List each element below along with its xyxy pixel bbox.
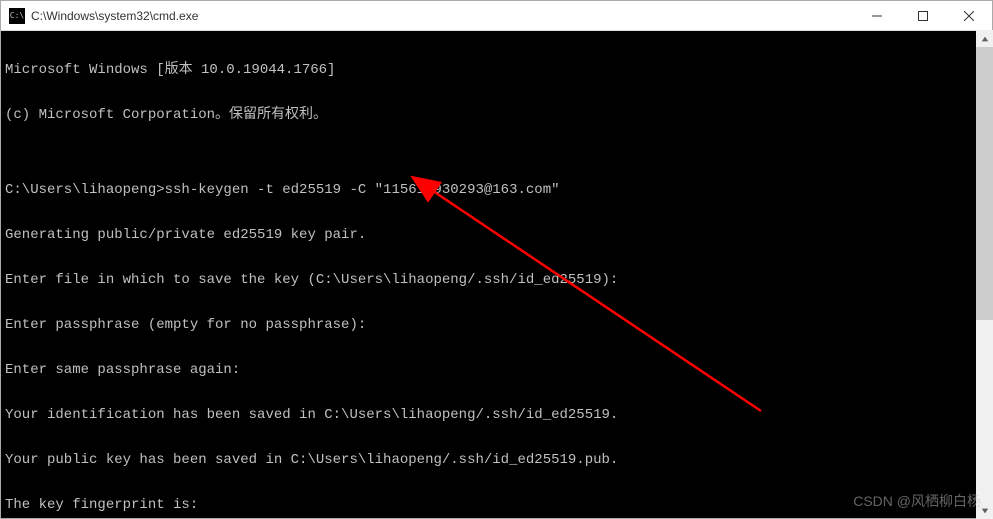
terminal-output[interactable]: Microsoft Windows [版本 10.0.19044.1766] (… <box>1 31 992 518</box>
vertical-scrollbar[interactable] <box>976 30 993 519</box>
close-button[interactable] <box>946 1 992 30</box>
scroll-up-button[interactable] <box>976 30 993 47</box>
maximize-button[interactable] <box>900 1 946 30</box>
cmd-window: C:\ C:\Windows\system32\cmd.exe Microsof… <box>0 0 993 519</box>
minimize-button[interactable] <box>854 1 900 30</box>
terminal-line: The key fingerprint is: <box>5 498 988 513</box>
window-title: C:\Windows\system32\cmd.exe <box>31 9 854 23</box>
terminal-line: Enter file in which to save the key (C:\… <box>5 273 988 288</box>
scrollbar-thumb[interactable] <box>976 47 993 320</box>
terminal-line: Enter passphrase (empty for no passphras… <box>5 318 988 333</box>
terminal-line: Enter same passphrase again: <box>5 363 988 378</box>
terminal-line: Microsoft Windows [版本 10.0.19044.1766] <box>5 63 988 78</box>
terminal-line: Your identification has been saved in C:… <box>5 408 988 423</box>
terminal-line: Your public key has been saved in C:\Use… <box>5 453 988 468</box>
terminal-line: C:\Users\lihaopeng>ssh-keygen -t ed25519… <box>5 183 988 198</box>
window-controls <box>854 1 992 30</box>
terminal-line: (c) Microsoft Corporation。保留所有权利。 <box>5 108 988 123</box>
watermark: CSDN @风栖柳白杨 <box>853 491 981 511</box>
scrollbar-track[interactable] <box>976 47 993 502</box>
app-icon: C:\ <box>9 8 25 24</box>
terminal-line: Generating public/private ed25519 key pa… <box>5 228 988 243</box>
titlebar[interactable]: C:\ C:\Windows\system32\cmd.exe <box>1 1 992 31</box>
